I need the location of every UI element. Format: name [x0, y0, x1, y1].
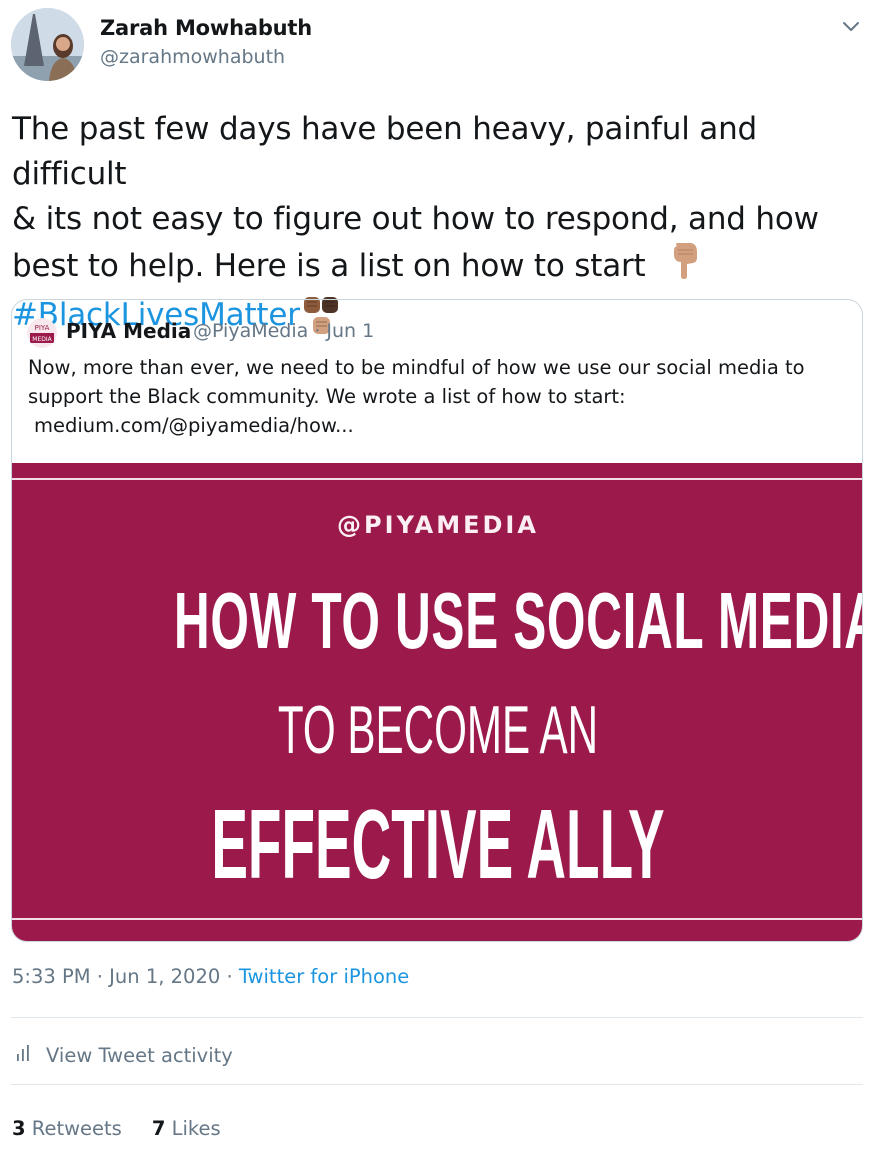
- view-tweet-activity-button[interactable]: View Tweet activity: [14, 1040, 233, 1070]
- analytics-icon: [14, 1043, 34, 1067]
- likes-stat[interactable]: 7 Likes: [152, 1117, 221, 1140]
- image-headline-line1: HOW TO USE SOCIAL MEDIA: [173, 576, 863, 665]
- likes-label: Likes: [171, 1117, 221, 1140]
- quoted-author-name: PIYA Media: [66, 319, 192, 343]
- quoted-tweet-image[interactable]: @PIYAMEDIA HOW TO USE SOCIAL MEDIA TO BE…: [12, 463, 863, 941]
- quoted-author-handle: @PiyaMedia: [193, 320, 309, 342]
- view-tweet-activity-label: View Tweet activity: [46, 1043, 233, 1067]
- pointing-down-emoji-icon: [665, 242, 701, 293]
- quoted-tweet-text: Now, more than ever, we need to be mindf…: [28, 353, 848, 440]
- retweets-count: 3: [12, 1117, 26, 1140]
- tweet-stats: 3 Retweets 7 Likes: [12, 1117, 251, 1140]
- image-top-rule: [12, 478, 862, 480]
- image-handle-text: @PIYAMEDIA: [337, 511, 539, 539]
- likes-count: 7: [151, 1117, 166, 1140]
- tweet-text-line: best to help. Here is a list on how to s…: [12, 242, 870, 293]
- image-headline-line2: TO BECOME AN: [277, 692, 599, 768]
- tweet-text-line: & its not easy to figure out how to resp…: [12, 201, 819, 237]
- retweets-stat[interactable]: 3 Retweets: [12, 1117, 122, 1140]
- image-headline-line3: EFFECTIVE ALLY: [211, 789, 665, 899]
- retweets-label: Retweets: [31, 1117, 122, 1140]
- tweet-date[interactable]: · Jun 1, 2020 ·: [91, 965, 239, 988]
- quoted-tweet-date: · Jun 1: [314, 320, 375, 342]
- tweet-source-link[interactable]: Twitter for iPhone: [239, 965, 409, 988]
- tweet-timestamp: 5:33 PM · Jun 1, 2020 · Twitter for iPho…: [12, 965, 409, 988]
- author-handle[interactable]: @zarahmowhabuth: [100, 46, 285, 68]
- author-avatar[interactable]: [11, 8, 84, 81]
- divider: [11, 1084, 863, 1085]
- chevron-down-icon[interactable]: [838, 14, 864, 40]
- svg-text:PIYA: PIYA: [35, 324, 50, 332]
- quoted-tweet-body: Now, more than ever, we need to be mindf…: [28, 356, 805, 408]
- svg-text:MEDIA: MEDIA: [32, 336, 52, 343]
- author-name[interactable]: Zarah Mowhabuth: [100, 16, 312, 40]
- quoted-tweet-link: medium.com/@piyamedia/how...: [34, 414, 354, 437]
- quoted-author-avatar[interactable]: PIYA MEDIA: [27, 318, 57, 348]
- tweet-text-fragment: best to help. Here is a list on how to s…: [12, 248, 646, 284]
- divider: [11, 1017, 863, 1018]
- tweet-time[interactable]: 5:33 PM: [12, 965, 91, 988]
- tweet-text-line: The past few days have been heavy, painf…: [12, 111, 758, 192]
- quoted-tweet-card[interactable]: PIYA MEDIA PIYA Media @PiyaMedia · Jun 1…: [11, 299, 863, 942]
- image-bottom-rule: [12, 918, 862, 920]
- quoted-author-meta: @PiyaMedia · Jun 1: [193, 320, 374, 342]
